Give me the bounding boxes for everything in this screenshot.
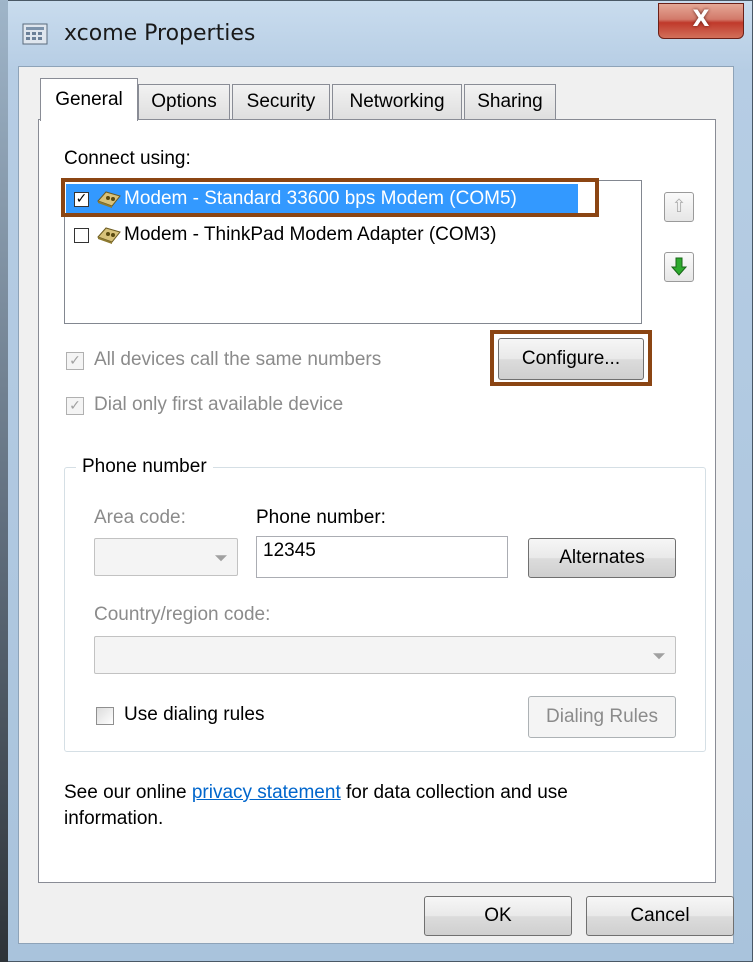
country-label: Country/region code: bbox=[94, 604, 271, 625]
device-label: Modem - ThinkPad Modem Adapter (COM3) bbox=[124, 224, 497, 245]
move-up-button[interactable]: ⇧ bbox=[664, 192, 694, 222]
connect-using-label: Connect using: bbox=[64, 148, 191, 169]
ok-button[interactable]: OK bbox=[424, 896, 572, 936]
privacy-text-line2: information. bbox=[64, 808, 164, 829]
tab-options-label: Options bbox=[151, 91, 217, 112]
use-dialing-rules-label: Use dialing rules bbox=[124, 704, 265, 725]
area-code-combobox[interactable] bbox=[94, 538, 238, 576]
alternates-button-label: Alternates bbox=[559, 547, 645, 568]
window-shadow bbox=[0, 0, 8, 962]
modem-properties-icon bbox=[22, 22, 48, 46]
configure-highlight-outline bbox=[490, 330, 652, 386]
dial-first-label: Dial only first available device bbox=[94, 394, 344, 415]
selection-highlight-outline bbox=[61, 178, 599, 217]
tab-security[interactable]: Security bbox=[232, 84, 330, 120]
phone-number-label: Phone number: bbox=[256, 507, 386, 528]
alternates-button[interactable]: Alternates bbox=[528, 538, 676, 578]
all-devices-label: All devices call the same numbers bbox=[94, 349, 382, 370]
tab-networking-label: Networking bbox=[349, 91, 445, 112]
dialing-rules-button-label: Dialing Rules bbox=[546, 706, 658, 727]
close-button[interactable]: X bbox=[658, 3, 744, 39]
tab-security-label: Security bbox=[246, 91, 316, 112]
tab-sharing[interactable]: Sharing bbox=[464, 84, 556, 120]
country-combobox[interactable] bbox=[94, 636, 676, 674]
area-code-label: Area code: bbox=[94, 507, 186, 528]
dialing-rules-button[interactable]: Dialing Rules bbox=[528, 696, 676, 738]
phone-number-input[interactable]: 12345 bbox=[256, 536, 508, 578]
close-icon: X bbox=[692, 7, 710, 32]
chevron-down-icon bbox=[653, 653, 665, 660]
cancel-button-label: Cancel bbox=[630, 905, 690, 926]
dial-first-checkbox[interactable]: ✓ bbox=[66, 397, 84, 415]
tab-general[interactable]: General bbox=[40, 78, 138, 121]
arrow-up-icon: ⇧ bbox=[671, 196, 687, 217]
arrow-down-icon bbox=[670, 257, 688, 276]
modem-icon bbox=[96, 223, 122, 245]
privacy-statement-link[interactable]: privacy statement bbox=[192, 782, 341, 803]
tab-networking[interactable]: Networking bbox=[332, 84, 462, 120]
all-devices-checkbox[interactable]: ✓ bbox=[66, 352, 84, 370]
tab-general-label: General bbox=[55, 89, 123, 110]
privacy-prefix: See our online bbox=[64, 782, 187, 803]
window-title: xcome Properties bbox=[64, 21, 256, 46]
use-dialing-rules-checkbox[interactable] bbox=[96, 707, 114, 725]
device-checkbox[interactable] bbox=[74, 228, 89, 243]
tab-options[interactable]: Options bbox=[138, 84, 230, 120]
privacy-text-line1: See our online privacy statement for dat… bbox=[64, 782, 568, 804]
chevron-down-icon bbox=[215, 555, 227, 562]
privacy-suffix: for data collection and use bbox=[346, 782, 568, 803]
ok-button-label: OK bbox=[484, 905, 512, 926]
phone-group-label: Phone number bbox=[76, 456, 213, 478]
phone-number-value: 12345 bbox=[263, 540, 316, 561]
tab-sharing-label: Sharing bbox=[477, 91, 543, 112]
cancel-button[interactable]: Cancel bbox=[586, 896, 734, 936]
move-down-button[interactable] bbox=[664, 252, 694, 282]
